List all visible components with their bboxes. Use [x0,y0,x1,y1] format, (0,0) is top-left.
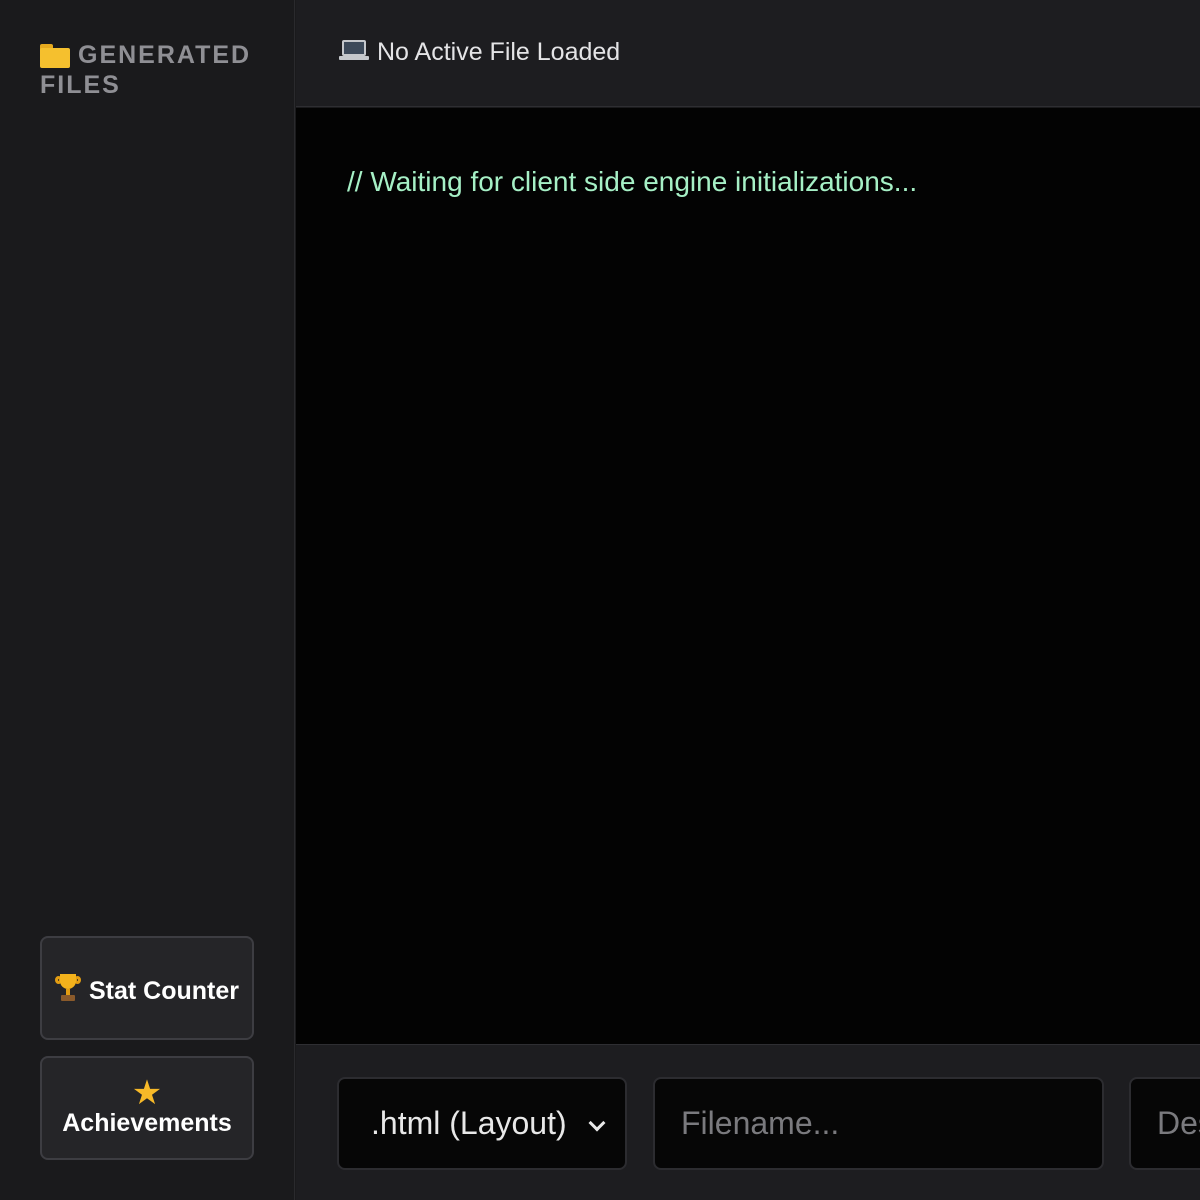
star-icon: ★ [131,1074,163,1112]
achievements-button[interactable]: ★ Achievements [40,1056,254,1160]
file-type-selected: .html (Layout) [371,1105,567,1141]
chevron-down-icon [588,1114,606,1132]
file-status-label: No Active File Loaded [377,38,621,66]
sidebar-title: GENERATED FILES [40,40,260,100]
sidebar: GENERATED FILES Stat Counter ★ Achieveme… [0,0,295,1200]
app-window: GENERATED FILES Stat Counter ★ Achieveme… [0,0,1200,1200]
editor-header: No Active File Loaded [296,0,1200,107]
trophy-icon [55,973,81,1002]
file-type-select[interactable]: .html (Layout) [337,1077,627,1170]
code-editor[interactable]: // Waiting for client side engine initia… [296,108,1200,1044]
editor-status-comment: // Waiting for client side engine initia… [347,166,918,197]
achievements-label: Achievements [62,1109,232,1137]
laptop-icon [339,40,369,62]
file-status: No Active File Loaded [339,38,620,67]
filename-input[interactable] [653,1077,1104,1170]
description-input[interactable] [1129,1077,1200,1170]
stat-counter-label: Stat Counter [89,976,239,1005]
folder-icon [40,44,70,68]
editor-footer: .html (Layout) [296,1044,1200,1200]
sidebar-title-label: GENERATED FILES [40,41,252,99]
stat-counter-button[interactable]: Stat Counter [40,936,254,1040]
